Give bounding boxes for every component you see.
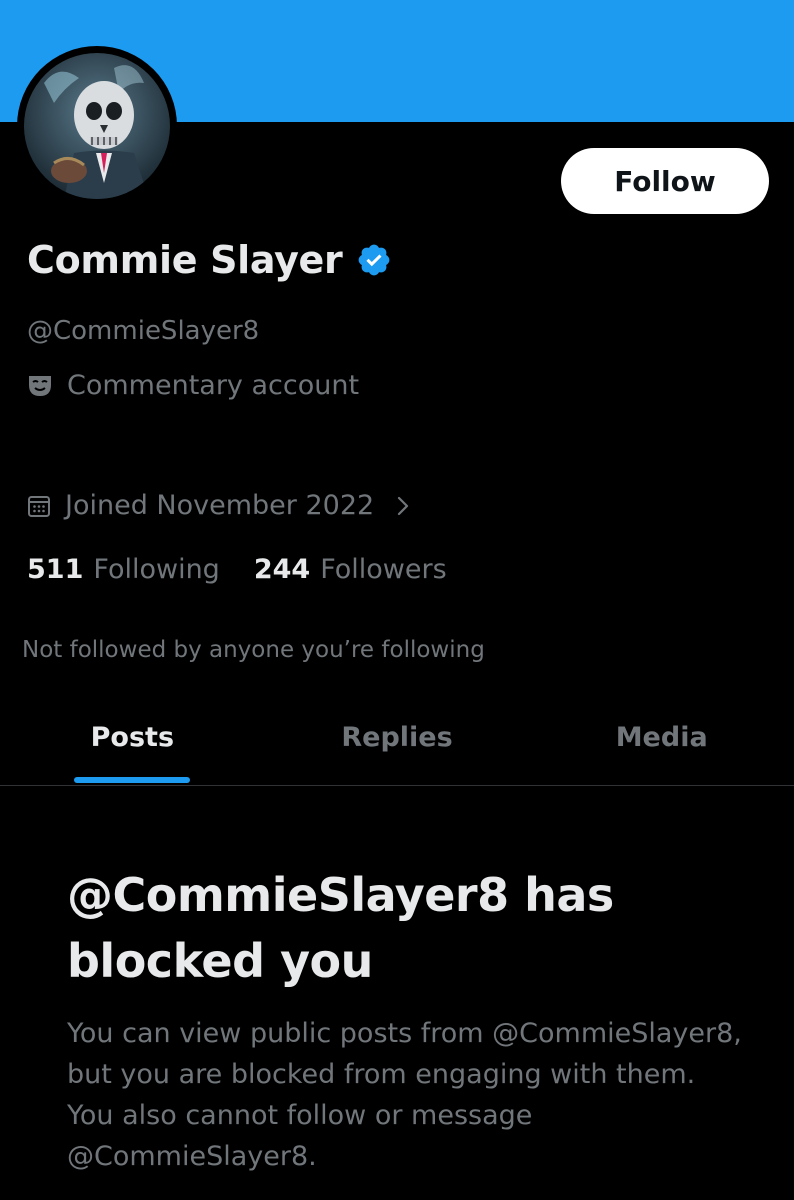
handle: @CommieSlayer8 [27,316,260,346]
tab-replies[interactable]: Replies [265,700,530,785]
follow-button[interactable]: Follow [561,148,769,214]
followers-count: 244 [253,554,311,585]
tab-label: Replies [341,722,453,753]
avatar[interactable] [17,46,177,206]
tab-label: Media [615,722,708,753]
profile-page: Follow Commie Slayer @CommieSlayer8 Comm… [0,0,794,1200]
verified-badge-icon[interactable] [356,242,392,278]
followers-label: Followers [320,554,447,585]
following-stat[interactable]: 511 Following [27,554,220,585]
joined-row[interactable]: Joined November 2022 [27,490,414,521]
stats-row: 511 Following 244 Followers [27,554,447,585]
avatar-image [24,53,170,199]
account-label[interactable]: Commentary account [67,370,359,401]
profile-tabs: Posts Replies Media [0,700,794,786]
theater-mask-icon [29,375,51,396]
followers-stat[interactable]: 244 Followers [254,554,447,585]
blocked-message: You can view public posts from @CommieSl… [67,1018,742,1172]
chevron-right-icon [398,496,409,515]
display-name-row: Commie Slayer [27,238,392,282]
blocked-title: @CommieSlayer8 has blocked you [67,868,614,988]
following-count: 511 [27,554,84,585]
calendar-icon [28,495,50,517]
not-followed-note: Not followed by anyone you’re following [22,637,485,663]
following-label: Following [93,554,220,585]
account-label-row: Commentary account [27,370,359,401]
tab-posts[interactable]: Posts [0,700,265,785]
display-name: Commie Slayer [27,238,343,282]
tab-media[interactable]: Media [529,700,794,785]
active-tab-indicator [74,777,190,783]
tab-label: Posts [90,722,175,753]
joined-date: Joined November 2022 [65,490,375,521]
